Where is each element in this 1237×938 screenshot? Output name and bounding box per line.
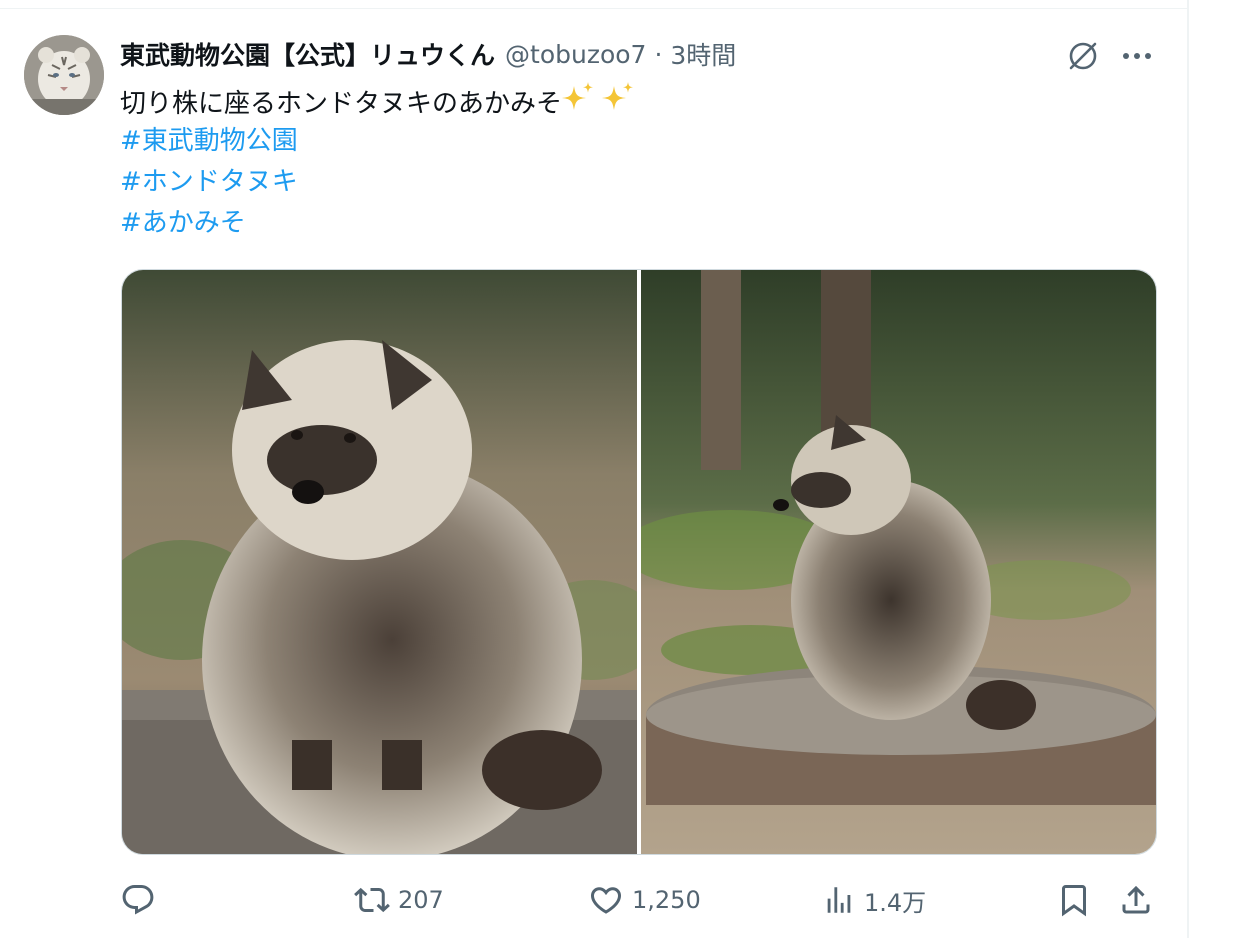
sparkles-emoji-icon [562, 80, 640, 129]
views-icon [822, 883, 856, 917]
tweet-body: 切り株に座るホンドタヌキのあかみそ [120, 89, 563, 119]
avatar[interactable] [24, 35, 104, 115]
like-button[interactable]: 1,250 [588, 878, 701, 922]
raccoon-dog-front-photo[interactable] [122, 270, 637, 854]
hashtag-tobuzoo[interactable]: #東武動物公園 [120, 126, 298, 156]
grok-button[interactable] [1062, 36, 1104, 76]
reply-button[interactable] [120, 878, 164, 922]
tweet-text: 切り株に座るホンドタヌキのあかみそ #東武動物公園 #ホンドタヌキ #あかみそ [120, 80, 640, 244]
bookmark-button[interactable] [1056, 878, 1092, 922]
heart-icon [588, 882, 624, 918]
top-divider [0, 8, 1187, 9]
share-icon [1118, 882, 1154, 918]
separator-dot: · [654, 39, 663, 69]
more-button[interactable] [1116, 36, 1158, 76]
retweet-button[interactable]: 207 [354, 878, 444, 922]
retweet-icon [354, 882, 390, 918]
display-name[interactable]: 東武動物公園【公式】リュウくん [120, 36, 495, 72]
timeline-divider [1187, 0, 1189, 938]
white-tiger-avatar-icon [24, 35, 104, 115]
user-handle[interactable]: @tobuzoo7 [505, 40, 646, 69]
tweet-header: 東武動物公園【公式】リュウくん @tobuzoo7 · 3時間 [120, 34, 736, 74]
bookmark-icon [1056, 882, 1092, 918]
share-button[interactable] [1118, 878, 1154, 922]
action-bar: 207 1,250 1.4万 [120, 878, 1160, 922]
reply-icon [120, 882, 156, 918]
media-grid [121, 269, 1157, 855]
grok-icon [1069, 42, 1097, 70]
raccoon-dog-side-photo[interactable] [641, 270, 1156, 854]
like-count: 1,250 [632, 886, 701, 914]
retweet-count: 207 [398, 886, 444, 914]
hashtag-akamiso[interactable]: #あかみそ [120, 208, 246, 238]
views-count: 1.4万 [864, 888, 927, 917]
timestamp[interactable]: 3時間 [670, 36, 736, 72]
hashtag-hondotanuki[interactable]: #ホンドタヌキ [120, 167, 298, 197]
views-button[interactable]: 1.4万 [822, 878, 926, 922]
more-icon [1123, 53, 1151, 59]
